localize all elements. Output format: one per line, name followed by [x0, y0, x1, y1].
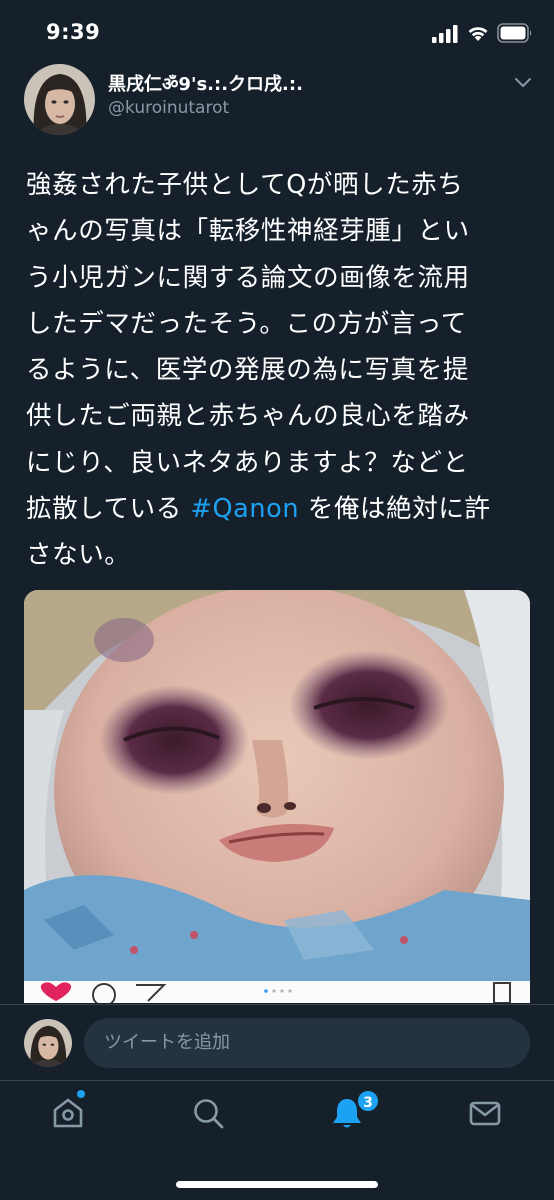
notification-badge: 3: [356, 1089, 380, 1113]
heart-icon: [40, 982, 72, 1001]
tab-bar: 3: [0, 1080, 554, 1200]
user-handle[interactable]: @kuroinutarot: [108, 98, 229, 118]
status-time: 9:39: [46, 20, 101, 44]
home-icon[interactable]: [50, 1095, 86, 1131]
reply-input[interactable]: ツイートを追加: [84, 1018, 530, 1068]
chevron-down-icon[interactable]: [513, 76, 533, 90]
tweet-text-line: さない。: [26, 540, 131, 571]
comment-icon: [92, 983, 116, 1003]
tweet-detail-screen: 9:39 黒戌仁ॐ9's.:.クロ戌.:. @kuroinutarot 強姦され…: [0, 0, 554, 1200]
avatar[interactable]: [24, 64, 95, 135]
signal-icon: [432, 25, 458, 43]
carousel-dots: [264, 989, 292, 993]
tweet-text-segment: 拡散している: [26, 494, 191, 525]
search-icon[interactable]: [190, 1095, 226, 1131]
wifi-icon: [468, 27, 488, 41]
home-unread-dot: [77, 1090, 85, 1098]
tweet-media-image[interactable]: [24, 590, 530, 1003]
tweet-text-line: 拡散している #Qanon を俺は絶対に許: [26, 486, 531, 532]
tweet-text-line: ゃんの写真は「転移性神経芽腫」とい: [26, 216, 470, 247]
status-bar: 9:39: [0, 0, 554, 66]
tweet-text-line: したデマだったそう。この方が言って: [26, 308, 467, 339]
tweet-text-segment: を俺は絶対に許: [299, 494, 491, 525]
battery-icon: [497, 23, 532, 43]
home-indicator: [176, 1181, 378, 1188]
tweet-text: 強姦された子供としてQが晒した赤ち ゃんの写真は「転移性神経芽腫」とい う小児ガ…: [26, 162, 531, 579]
share-icon: [136, 984, 167, 1002]
bookmark-icon: [493, 982, 511, 1003]
display-name[interactable]: 黒戌仁ॐ9's.:.クロ戌.:.: [108, 70, 303, 96]
tweet-text-line: るように、医学の発展の為に写真を提: [26, 355, 469, 386]
media-action-strip: [24, 981, 530, 1003]
reply-bar: ツイートを追加: [0, 1004, 554, 1080]
tweet-text-line: う小児ガンに関する論文の画像を流用: [26, 262, 470, 293]
avatar-current-user[interactable]: [24, 1019, 72, 1067]
hashtag-link[interactable]: #Qanon: [191, 494, 300, 524]
tweet-text-line: 供したご両親と赤ちゃんの良心を踏み: [26, 401, 470, 432]
tweet-text-line: 強姦された子供としてQが晒した赤ち: [26, 170, 464, 200]
tweet-text-line: にじり、良いネタありますよ？などと: [26, 447, 469, 478]
mail-icon[interactable]: [467, 1095, 503, 1131]
